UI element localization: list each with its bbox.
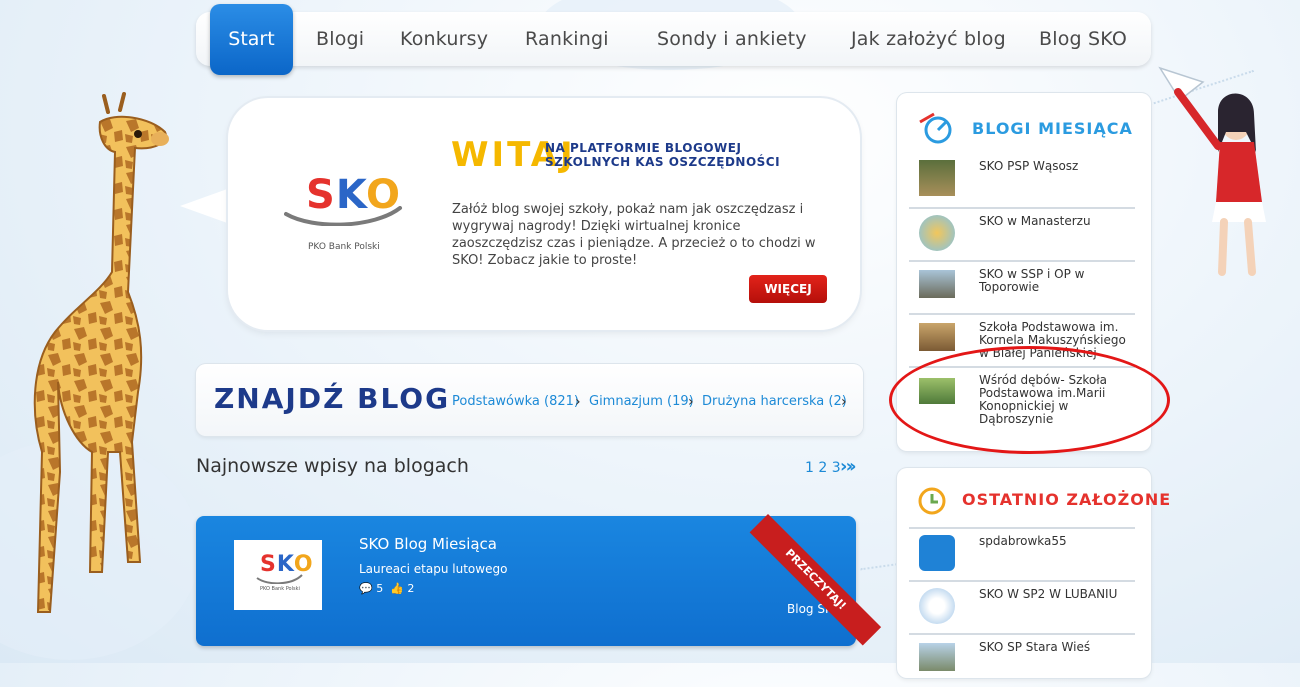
logo-caption: PKO Bank Polski xyxy=(308,242,380,252)
like-count: 2 xyxy=(407,582,415,595)
post-subtitle: Laureaci etapu lutowego xyxy=(359,562,508,576)
blog-name[interactable]: SKO w SSP i OP w Toporowie xyxy=(979,268,1139,294)
post-title[interactable]: SKO Blog Miesiąca xyxy=(359,535,497,553)
nav-item-jak-zalozyc[interactable]: Jak założyć blog xyxy=(851,12,1006,66)
next-page-icon[interactable]: › ›› xyxy=(840,456,856,477)
post-stats: 💬 5 👍 2 xyxy=(359,582,414,595)
nav-item-rankingi[interactable]: Rankingi xyxy=(525,12,609,66)
find-blog-title: ZNAJDŹ BLOG xyxy=(214,382,451,415)
blog-thumbnail[interactable] xyxy=(919,215,955,251)
recently-added-title: OSTATNIO ZAŁOŻONE xyxy=(962,490,1171,509)
blog-thumbnail[interactable] xyxy=(919,643,955,671)
blog-name[interactable]: SKO SP Stara Wieś xyxy=(979,641,1139,654)
logo-swoosh xyxy=(284,206,402,226)
list-item[interactable]: SKO w Manasterzu xyxy=(909,207,1135,261)
nav-item-blog-sko[interactable]: Blog SKO xyxy=(1039,12,1127,66)
blogs-of-month-title: BLOGI MIESIĄCA xyxy=(972,119,1133,138)
blog-thumbnail[interactable] xyxy=(919,323,955,351)
blog-name[interactable]: SKO W SP2 W LUBANIU xyxy=(979,588,1139,601)
like-icon: 👍 xyxy=(390,582,404,595)
more-button[interactable]: WIĘCEJ xyxy=(749,275,827,303)
list-item[interactable]: SKO w SSP i OP w Toporowie xyxy=(909,260,1135,314)
latest-posts-title: Najnowsze wpisy na blogach xyxy=(196,455,469,477)
find-link-podstawowka[interactable]: Podstawówka (821) xyxy=(452,394,579,409)
list-item[interactable]: spdabrowka55 xyxy=(909,527,1135,581)
comment-icon: 💬 xyxy=(359,582,373,595)
clock-icon xyxy=(918,487,946,515)
list-item[interactable]: SKO SP Stara Wieś xyxy=(909,633,1135,687)
blog-name[interactable]: SKO PSP Wąsosz xyxy=(979,160,1139,173)
girl-illustration xyxy=(1158,66,1266,276)
chevron-right-icon: › xyxy=(688,394,694,410)
nav-item-start[interactable]: Start xyxy=(210,4,293,75)
blogs-of-month-title-text: BLOGI MIESIĄCA xyxy=(972,119,1133,138)
chevron-right-icon: › xyxy=(575,394,581,410)
blog-name[interactable]: SKO w Manasterzu xyxy=(979,215,1139,228)
blog-thumbnail[interactable] xyxy=(919,588,955,624)
blog-thumbnail[interactable] xyxy=(919,160,955,196)
logo-swoosh xyxy=(256,574,303,584)
list-item[interactable]: SKO W SP2 W LUBANIU xyxy=(909,580,1135,634)
nav-item-blogi[interactable]: Blogi xyxy=(316,12,364,66)
find-link-gimnazjum[interactable]: Gimnazjum (19) xyxy=(589,394,694,409)
annotation-circle xyxy=(889,346,1170,454)
comment-count: 5 xyxy=(376,582,384,595)
blog-name[interactable]: spdabrowka55 xyxy=(979,535,1139,548)
chevron-right-icon[interactable]: › xyxy=(841,394,847,410)
giraffe-illustration xyxy=(33,92,169,613)
nav-item-konkursy[interactable]: Konkursy xyxy=(400,12,488,66)
bubble-tail xyxy=(180,188,230,224)
blog-thumbnail[interactable] xyxy=(919,535,955,571)
blogs-month-icon xyxy=(919,112,952,144)
sko-logo: SKO PKO Bank Polski xyxy=(284,172,404,262)
blog-thumbnail[interactable] xyxy=(919,270,955,298)
welcome-subtitle-line1: NA PLATFORMIE BLOGOWEJ xyxy=(545,141,742,155)
list-item[interactable]: SKO PSP Wąsosz xyxy=(909,154,1135,206)
recently-added-title-text: OSTATNIO ZAŁOŻONE xyxy=(962,490,1172,509)
find-link-druzyna[interactable]: Drużyna harcerska (2) xyxy=(702,394,847,409)
pagination[interactable]: 1 2 3 xyxy=(805,460,841,476)
post-thumbnail[interactable]: SKO PKO Bank Polski xyxy=(234,540,322,610)
welcome-subtitle-line2: SZKOLNYCH KAS OSZCZĘDNOŚCI xyxy=(545,155,781,169)
welcome-text: Załóż blog swojej szkoły, pokaż nam jak … xyxy=(452,202,816,268)
nav-item-sondy[interactable]: Sondy i ankiety xyxy=(657,12,807,66)
thumb-logo-caption: PKO Bank Polski xyxy=(260,586,300,592)
welcome-subtitle: NA PLATFORMIE BLOGOWEJ SZKOLNYCH KAS OSZ… xyxy=(545,141,785,169)
